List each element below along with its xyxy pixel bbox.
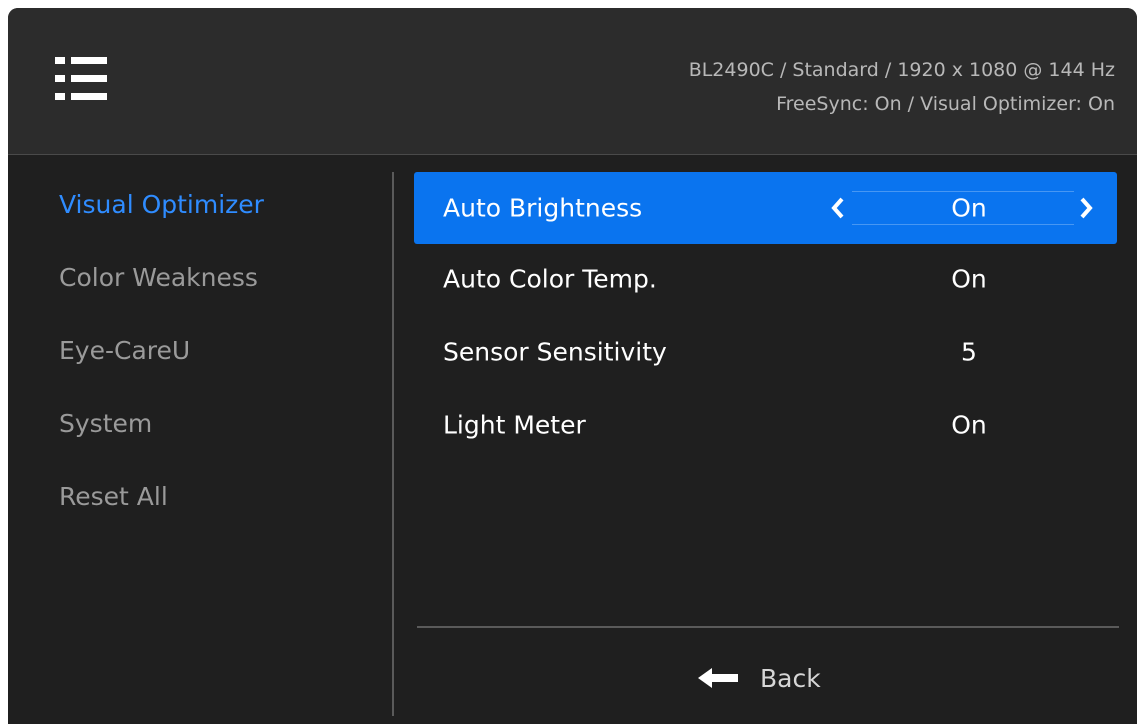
osd-header: BL2490C / Standard / 1920 x 1080 @ 144 H… (8, 8, 1137, 155)
sidebar-item-eye-careu[interactable]: Eye-CareU (59, 336, 190, 365)
setting-value: On (951, 193, 987, 223)
back-button[interactable]: Back (698, 660, 821, 696)
sidebar-item-visual-optimizer[interactable]: Visual Optimizer (59, 190, 264, 219)
setting-label: Sensor Sensitivity (443, 337, 667, 367)
setting-row-light-meter[interactable]: Light Meter On (414, 389, 1117, 461)
arrow-left-icon (698, 668, 738, 688)
setting-row-auto-brightness[interactable]: Auto Brightness On (414, 172, 1117, 244)
setting-value: On (951, 264, 987, 294)
chevron-left-icon[interactable] (830, 197, 846, 219)
sidebar-item-color-weakness[interactable]: Color Weakness (59, 263, 258, 292)
status-line-model: BL2490C / Standard / 1920 x 1080 @ 144 H… (688, 59, 1115, 81)
status-info: BL2490C / Standard / 1920 x 1080 @ 144 H… (689, 53, 1115, 121)
setting-value: On (951, 410, 987, 440)
chevron-right-icon[interactable] (1078, 197, 1094, 219)
status-line-features: FreeSync: On / Visual Optimizer: On (776, 93, 1115, 115)
setting-row-auto-color-temp[interactable]: Auto Color Temp. On (414, 243, 1117, 315)
setting-row-sensor-sensitivity[interactable]: Sensor Sensitivity 5 (414, 316, 1117, 388)
sidebar: Visual Optimizer Color Weakness Eye-Care… (8, 155, 392, 724)
setting-value: 5 (961, 337, 977, 367)
list-menu-icon[interactable] (55, 57, 107, 101)
back-label: Back (760, 663, 821, 693)
setting-label: Light Meter (443, 410, 586, 440)
sidebar-item-reset-all[interactable]: Reset All (59, 482, 168, 511)
value-box-bottom (852, 224, 1074, 225)
setting-label: Auto Color Temp. (443, 264, 657, 294)
sidebar-item-system[interactable]: System (59, 409, 152, 438)
setting-label: Auto Brightness (443, 193, 643, 223)
footer-divider (417, 626, 1119, 628)
sidebar-divider (392, 172, 394, 716)
value-box-top (852, 191, 1074, 192)
osd-window: BL2490C / Standard / 1920 x 1080 @ 144 H… (8, 8, 1137, 724)
